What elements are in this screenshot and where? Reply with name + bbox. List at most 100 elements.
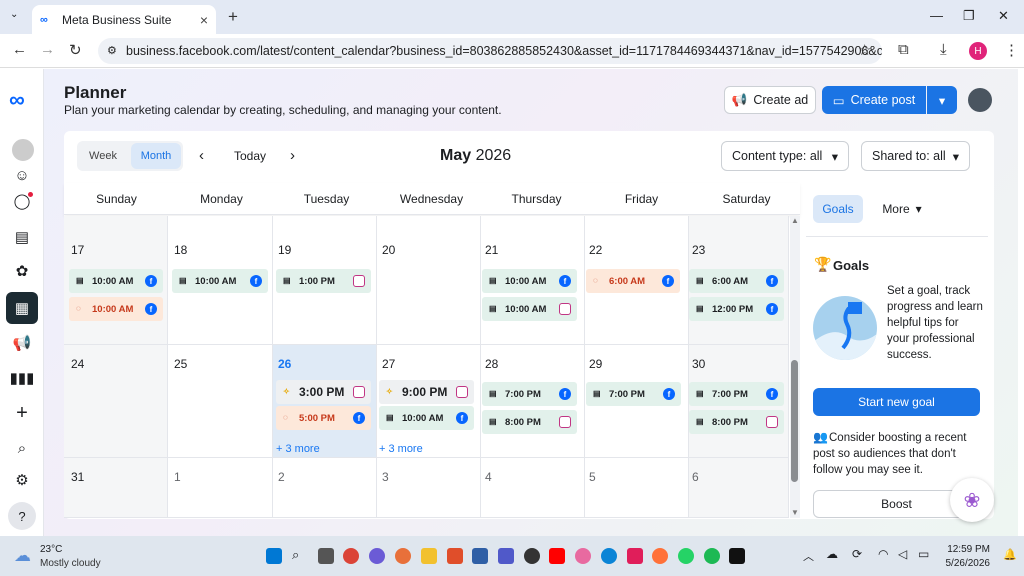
chatgpt-icon[interactable] — [524, 548, 540, 564]
forward-icon[interactable]: → — [40, 41, 55, 58]
page-avatar[interactable] — [968, 88, 992, 112]
scroll-up-icon[interactable]: ▲ — [791, 216, 799, 225]
spotify-icon[interactable] — [704, 548, 720, 564]
calendar-day-cell[interactable] — [273, 458, 377, 518]
scheduled-post-event[interactable]: ▤ 10:00 AM f — [172, 269, 268, 293]
volume-icon[interactable]: ◁ — [898, 547, 907, 561]
scheduled-post-event[interactable]: ▤ 7:00 PM f — [586, 382, 681, 406]
calendar-day-cell[interactable] — [168, 458, 273, 518]
week-view-button[interactable]: Week — [79, 143, 127, 169]
windows-start-icon[interactable] — [266, 548, 282, 564]
slack-icon[interactable] — [627, 548, 643, 564]
sync-icon[interactable]: ⟳ — [852, 547, 862, 561]
claude-icon[interactable] — [395, 548, 411, 564]
calendar-day-cell[interactable] — [585, 458, 689, 518]
youtube-icon[interactable] — [549, 548, 565, 564]
calendar-day-cell[interactable] — [481, 458, 585, 518]
search-icon[interactable]: ⌕ — [8, 434, 36, 462]
scheduled-post-event[interactable]: ▤ 7:00 PM f — [482, 382, 577, 406]
download-icon[interactable]: ⤓ — [940, 41, 947, 58]
close-tab-icon[interactable]: × — [200, 12, 208, 28]
copilot-icon[interactable] — [369, 548, 385, 564]
start-new-goal-button[interactable]: Start new goal — [813, 388, 980, 416]
scheduled-post-event[interactable]: ▤ 1:00 PM — [276, 269, 371, 293]
browser-menu-icon[interactable]: ⋮ — [1004, 41, 1019, 59]
scheduled-post-event[interactable]: ▤ 7:00 PM f — [689, 382, 784, 406]
task-view-icon[interactable] — [318, 548, 334, 564]
show-more-link[interactable]: + 3 more — [379, 443, 423, 455]
draft-post-event[interactable]: ◌ 10:00 AM f — [69, 297, 163, 321]
ai-assistant-icon[interactable]: ❀ — [950, 478, 994, 522]
show-more-link[interactable]: + 3 more — [276, 443, 320, 455]
scheduled-post-event[interactable]: ▤ 10:00 AM f — [482, 269, 577, 293]
notification-bell-icon[interactable]: 🔔 — [1003, 548, 1017, 561]
create-ad-button[interactable]: 📢 Create ad — [724, 86, 816, 114]
calendar-day-cell[interactable] — [377, 458, 481, 518]
new-tab-icon[interactable]: + — [228, 7, 238, 27]
browser-tab[interactable]: ∞ Meta Business Suite × — [32, 5, 216, 34]
close-window-icon[interactable]: ✕ — [998, 8, 1009, 24]
settings-gear-icon[interactable]: ⚙ — [8, 466, 36, 494]
clock-date[interactable]: 5/26/2026 — [940, 558, 991, 569]
tab-goals[interactable]: Goals — [813, 195, 863, 223]
content-type-dropdown[interactable]: Content type: all ▾ — [721, 141, 849, 171]
reel-post-event[interactable]: ✧ 9:00 PM — [379, 380, 474, 404]
scheduled-post-event[interactable]: ▤ 10:00 AM f — [379, 406, 474, 430]
bookmark-star-icon[interactable]: ☆ — [858, 41, 871, 59]
clock-time[interactable]: 12:59 PM — [946, 544, 990, 555]
minimize-icon[interactable]: — — [930, 8, 943, 23]
reload-icon[interactable]: ↻ — [69, 41, 82, 59]
meta-logo-icon[interactable]: ∞ — [9, 87, 25, 113]
inbox-icon[interactable]: ✿ — [8, 257, 36, 285]
store-icon[interactable] — [472, 548, 488, 564]
scheduled-post-event[interactable]: ▤ 6:00 AM f — [689, 269, 784, 293]
brave-icon[interactable] — [447, 548, 463, 564]
scheduled-post-event[interactable]: ▤ 10:00 AM — [482, 297, 577, 321]
site-info-icon[interactable]: ⚙ — [107, 44, 117, 57]
planner-icon[interactable]: ▦ — [6, 292, 38, 324]
calendar-day-cell[interactable] — [377, 216, 481, 345]
url-input[interactable]: ⚙ business.facebook.com/latest/content_c… — [98, 38, 882, 64]
account-avatar[interactable] — [10, 137, 36, 163]
scheduled-post-event[interactable]: ▤ 12:00 PM f — [689, 297, 784, 321]
edge-icon[interactable] — [601, 548, 617, 564]
draft-post-event[interactable]: ◌ 6:00 AM f — [586, 269, 680, 293]
content-icon[interactable]: ▤ — [8, 223, 36, 251]
shared-to-dropdown[interactable]: Shared to: all ▾ — [861, 141, 970, 171]
tab-list-chevron-icon[interactable]: ⌄ — [10, 9, 18, 20]
notifications-icon[interactable]: ◯ — [8, 187, 36, 215]
extensions-icon[interactable]: ⧉ — [898, 41, 909, 58]
scheduled-post-event[interactable]: ▤ 8:00 PM — [482, 410, 577, 434]
create-post-button[interactable]: ▭ Create post — [822, 86, 926, 114]
tab-more[interactable]: More ▾ — [870, 195, 934, 223]
insights-icon[interactable]: ▮▮▮ — [8, 364, 36, 392]
today-button[interactable]: Today — [234, 149, 266, 163]
taskbar-search-icon[interactable]: ⌕ — [292, 547, 308, 563]
terminal-icon[interactable] — [729, 548, 745, 564]
maximize-icon[interactable]: ❐ — [963, 8, 975, 24]
add-icon[interactable]: + — [8, 399, 36, 427]
file-explorer-icon[interactable] — [421, 548, 437, 564]
draft-post-event[interactable]: ◌ 5:00 PM f — [276, 406, 371, 430]
scroll-down-icon[interactable]: ▼ — [791, 508, 799, 517]
create-post-dropdown-icon[interactable]: ▾ — [927, 86, 957, 114]
chrome-icon[interactable] — [343, 548, 359, 564]
month-view-button[interactable]: Month — [131, 143, 181, 169]
teams-icon[interactable] — [498, 548, 514, 564]
onedrive-icon[interactable]: ☁ — [826, 547, 838, 561]
help-icon[interactable]: ? — [8, 502, 36, 530]
next-month-chevron-icon[interactable]: › — [290, 147, 295, 164]
home-icon[interactable]: ☺ — [8, 161, 36, 189]
firefox-icon[interactable] — [652, 548, 668, 564]
scrollbar-thumb[interactable] — [791, 360, 798, 482]
reel-post-event[interactable]: ✧ 3:00 PM — [276, 380, 371, 404]
wifi-icon[interactable]: ◠ — [878, 547, 888, 561]
ads-icon[interactable]: 📢 — [8, 329, 36, 357]
app-icon[interactable] — [575, 548, 591, 564]
prev-month-chevron-icon[interactable]: ‹ — [199, 147, 204, 164]
calendar-day-cell[interactable] — [64, 458, 168, 518]
calendar-day-cell[interactable] — [689, 458, 789, 518]
back-icon[interactable]: ← — [12, 41, 27, 58]
scheduled-post-event[interactable]: ▤ 8:00 PM — [689, 410, 784, 434]
battery-icon[interactable]: ▭ — [918, 547, 929, 561]
